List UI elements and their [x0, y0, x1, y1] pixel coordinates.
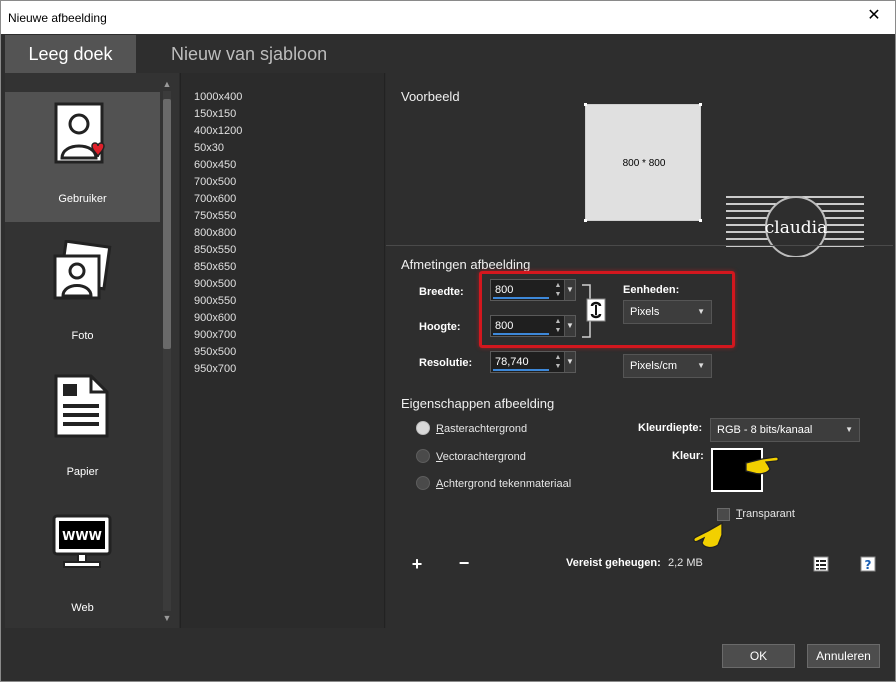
section-divider — [386, 245, 893, 246]
title-bar: Nieuwe afbeelding ✕ — [1, 1, 895, 34]
category-label: Papier — [66, 466, 99, 478]
highlight-annotation — [479, 271, 735, 348]
color-depth-value: RGB - 8 bits/kanaal — [717, 424, 813, 436]
category-label: Web — [71, 602, 94, 614]
new-image-dialog: Nieuwe afbeelding ✕ Leeg doek Nieuw van … — [0, 0, 896, 682]
watermark-text: claudia — [765, 218, 828, 238]
preset-item[interactable]: 950x500 — [194, 346, 236, 358]
properties-title: Eigenschappen afbeelding — [401, 396, 555, 411]
category-scrollbar[interactable]: ▲ ▼ — [163, 79, 172, 623]
preview-dimensions: 800 * 800 — [622, 158, 666, 169]
preset-item[interactable]: 900x500 — [194, 278, 236, 290]
transparent-checkbox[interactable] — [717, 508, 730, 521]
pointing-hand-icon — [745, 456, 779, 475]
dimensions-title: Afmetingen afbeelding — [401, 257, 531, 272]
chevron-down-icon: ▼ — [697, 361, 705, 370]
window-title: Nieuwe afbeelding — [8, 11, 107, 25]
preset-item[interactable]: 600x450 — [194, 159, 236, 171]
preset-item[interactable]: 150x150 — [194, 108, 236, 120]
width-label: Breedte: — [419, 286, 464, 298]
ok-button[interactable]: OK — [722, 644, 795, 668]
tab-blank-canvas[interactable]: Leeg doek — [5, 35, 136, 73]
vector-background-label[interactable]: Vectorachtergrond — [436, 451, 526, 463]
help-icon[interactable]: ? — [860, 556, 876, 572]
color-depth-select[interactable]: RGB - 8 bits/kanaal ▼ — [710, 418, 860, 442]
height-label: Hoogte: — [419, 321, 461, 333]
preview-canvas: 800 * 800 — [584, 103, 702, 222]
settings-pane: Voorbeeld 800 * 800 claudia Afmetingen a… — [386, 73, 893, 628]
category-web[interactable]: WWW Web — [5, 500, 160, 630]
resolution-input[interactable]: 78,740 ▲ ▼ ▼ — [490, 351, 576, 373]
preset-item[interactable]: 400x1200 — [194, 125, 242, 137]
resolution-unit-select[interactable]: Pixels/cm ▼ — [623, 354, 712, 378]
vector-background-radio[interactable] — [416, 449, 430, 463]
preset-item[interactable]: 850x550 — [194, 244, 236, 256]
memory-value: 2,2 MB — [668, 557, 703, 569]
preset-item[interactable]: 950x700 — [194, 363, 236, 375]
color-depth-label: Kleurdiepte: — [638, 422, 703, 434]
close-icon[interactable]: ✕ — [865, 7, 883, 25]
tab-from-template[interactable]: Nieuw van sjabloon — [171, 35, 327, 73]
chevron-down-icon[interactable]: ▼ — [564, 352, 575, 372]
art-media-background-label[interactable]: Achtergrond tekenmateriaal — [436, 478, 571, 490]
category-list: Gebruiker Foto Papier WWW Web ▲ ▼ — [5, 73, 179, 628]
dialog-footer: OK Annuleren — [5, 628, 893, 680]
svg-text:?: ? — [865, 558, 872, 572]
preset-item[interactable]: 900x550 — [194, 295, 236, 307]
transparent-label[interactable]: Transparant — [736, 508, 795, 520]
preview-title: Voorbeeld — [401, 89, 460, 104]
preset-item[interactable]: 700x500 — [194, 176, 236, 188]
preset-item[interactable]: 750x550 — [194, 210, 236, 222]
dialog-content: Gebruiker Foto Papier WWW Web ▲ ▼ 1000x4… — [5, 73, 893, 628]
photo-icon — [53, 240, 112, 300]
spin-arrows-icon[interactable]: ▲ ▼ — [553, 353, 563, 371]
resolution-value: 78,740 — [495, 356, 529, 368]
input-underline — [493, 369, 549, 371]
document-icon — [54, 374, 109, 438]
resolution-label: Resolutie: — [419, 357, 473, 369]
cancel-button[interactable]: Annuleren — [807, 644, 880, 668]
resolution-unit-value: Pixels/cm — [630, 360, 678, 372]
tab-bar: Leeg doek Nieuw van sjabloon — [5, 35, 891, 73]
preset-item[interactable]: 850x650 — [194, 261, 236, 273]
pointing-hand-icon — [693, 521, 723, 549]
web-monitor-icon: WWW — [52, 514, 112, 568]
color-label: Kleur: — [672, 450, 704, 462]
preset-item[interactable]: 900x600 — [194, 312, 236, 324]
preset-item[interactable]: 900x700 — [194, 329, 236, 341]
raster-background-radio[interactable] — [416, 421, 430, 435]
svg-text:WWW: WWW — [62, 529, 102, 543]
scrollbar-thumb[interactable] — [163, 99, 171, 349]
preset-item[interactable]: 50x30 — [194, 142, 224, 154]
add-preset-icon[interactable]: + — [409, 555, 425, 573]
scroll-up-icon[interactable]: ▲ — [161, 79, 173, 89]
user-portrait-icon — [54, 102, 105, 164]
category-label: Gebruiker — [58, 193, 107, 205]
memory-label: Vereist geheugen: — [566, 557, 661, 569]
preset-item[interactable]: 1000x400 — [194, 91, 242, 103]
scroll-down-icon[interactable]: ▼ — [161, 613, 173, 623]
chevron-down-icon: ▼ — [845, 425, 853, 434]
category-photo[interactable]: Foto — [5, 228, 160, 358]
category-user[interactable]: Gebruiker — [5, 92, 160, 222]
preset-item[interactable]: 700x600 — [194, 193, 236, 205]
art-media-background-radio[interactable] — [416, 476, 430, 490]
category-paper[interactable]: Papier — [5, 364, 160, 494]
category-label: Foto — [71, 330, 94, 342]
watermark-logo: claudia — [726, 196, 864, 257]
preset-list: 1000x400 150x150 400x1200 50x30 600x450 … — [180, 73, 385, 628]
raster-background-label[interactable]: Rasterachtergrond — [436, 423, 527, 435]
preset-item[interactable]: 800x800 — [194, 227, 236, 239]
info-list-icon[interactable] — [813, 556, 829, 572]
remove-preset-icon[interactable]: − — [456, 554, 472, 572]
